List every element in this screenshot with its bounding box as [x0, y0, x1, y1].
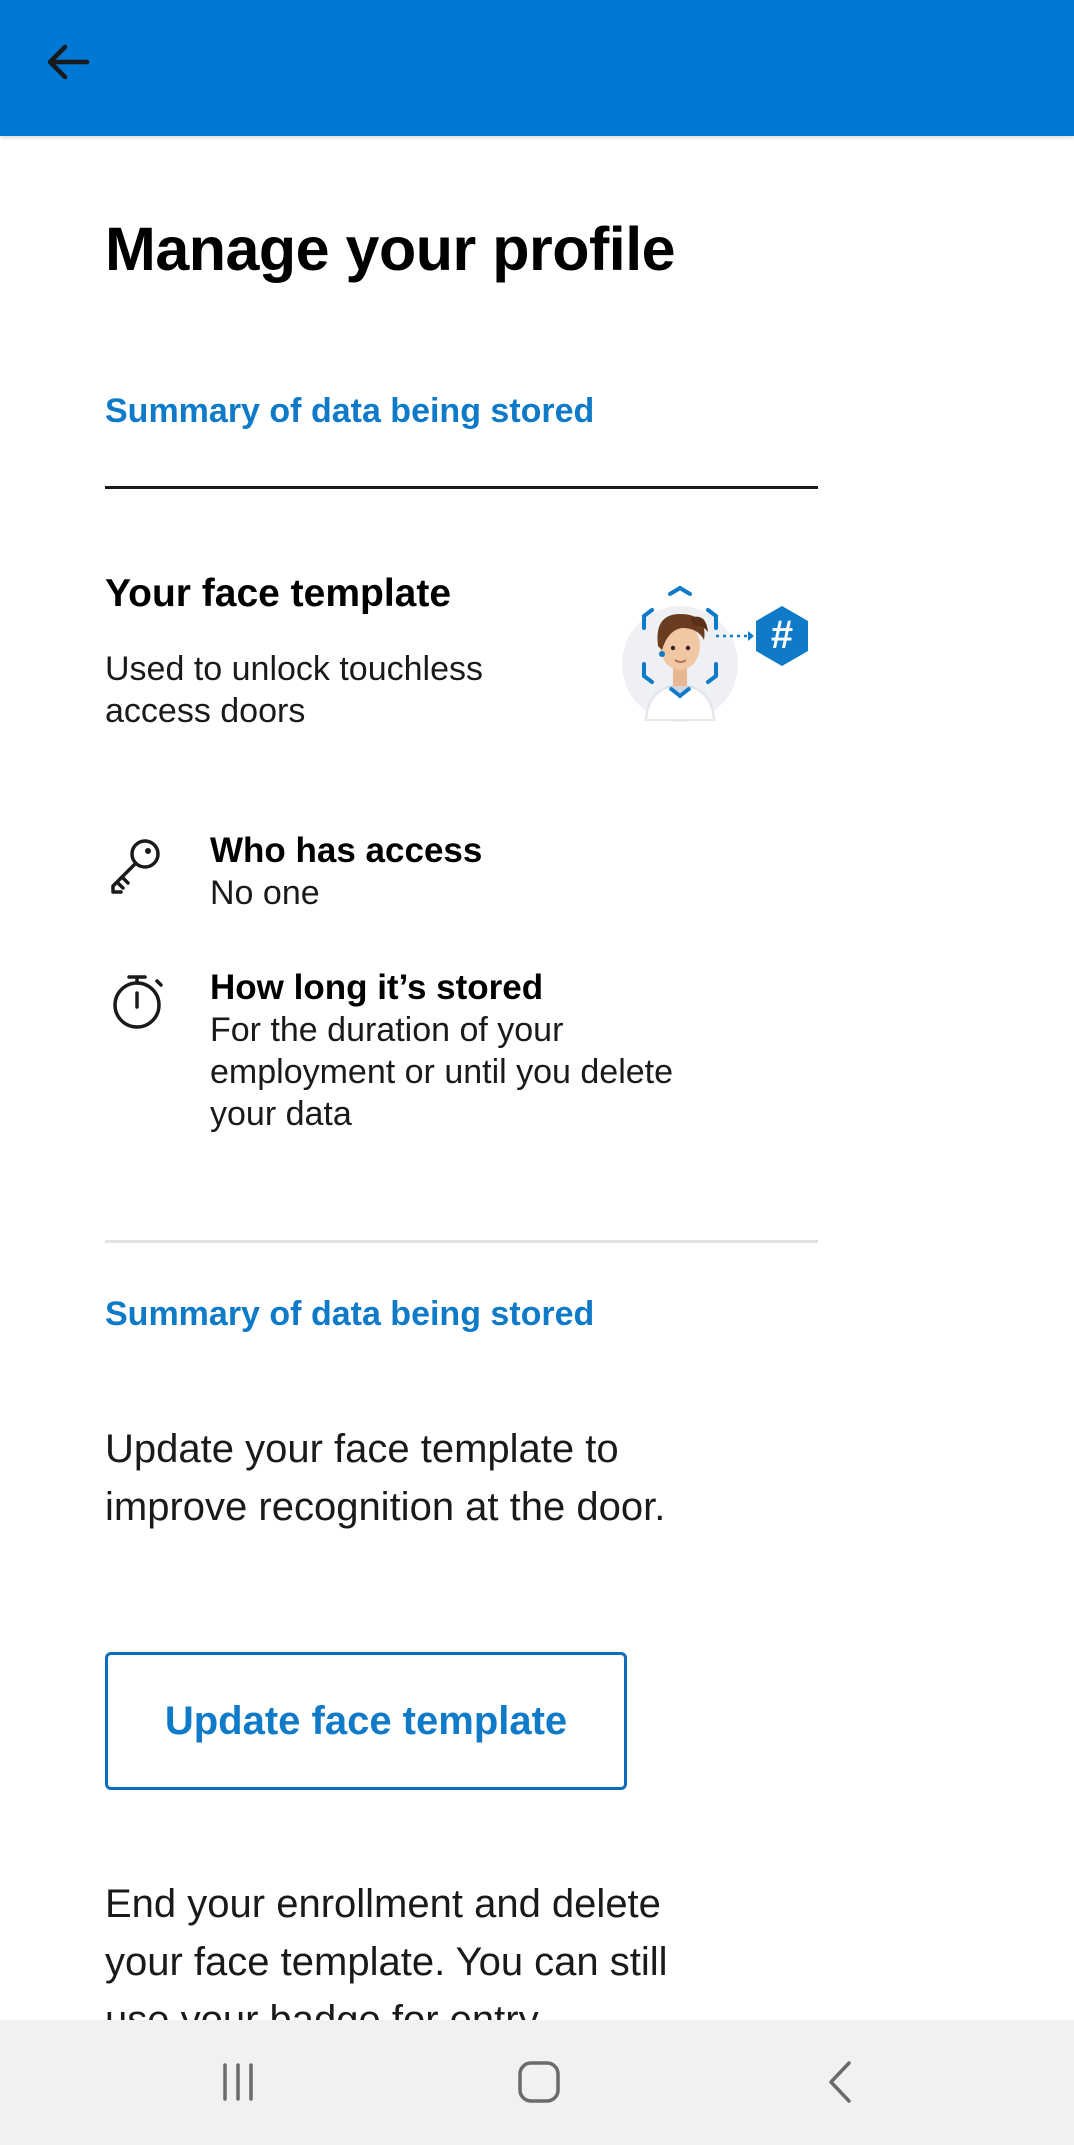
recents-button[interactable] — [193, 2042, 283, 2122]
back-button[interactable] — [34, 28, 102, 96]
nav-back-button[interactable] — [797, 2042, 887, 2122]
section-header-summary: Summary of data being stored — [105, 392, 595, 430]
svg-text:#: # — [771, 613, 793, 657]
info-item-title: How long it’s stored — [210, 968, 544, 1007]
recents-icon — [223, 2063, 253, 2101]
divider — [105, 1240, 818, 1243]
update-face-template-button[interactable]: Update face template — [105, 1652, 627, 1790]
home-icon — [518, 2061, 560, 2103]
info-item-value: No one — [210, 874, 320, 912]
arrow-left-icon — [47, 44, 90, 80]
face-scan-hash-icon: # — [622, 585, 808, 722]
section-header-summary: Summary of data being stored — [105, 1295, 595, 1333]
update-description: Update your face template to improve rec… — [105, 1427, 666, 1529]
info-item-value: For the duration of your employment or u… — [210, 1011, 674, 1133]
divider — [105, 486, 818, 489]
system-nav-bar — [0, 2020, 1074, 2145]
nav-back-icon — [829, 2061, 851, 2103]
stopwatch-icon — [113, 975, 163, 1029]
page-title: Manage your profile — [105, 215, 676, 283]
face-template-description: Used to unlock touchless access doors — [105, 650, 483, 730]
info-item-title: Who has access — [210, 831, 483, 870]
app-bar — [0, 0, 1074, 136]
home-button[interactable] — [494, 2042, 584, 2122]
key-icon — [111, 839, 160, 894]
face-template-title: Your face template — [105, 572, 452, 615]
